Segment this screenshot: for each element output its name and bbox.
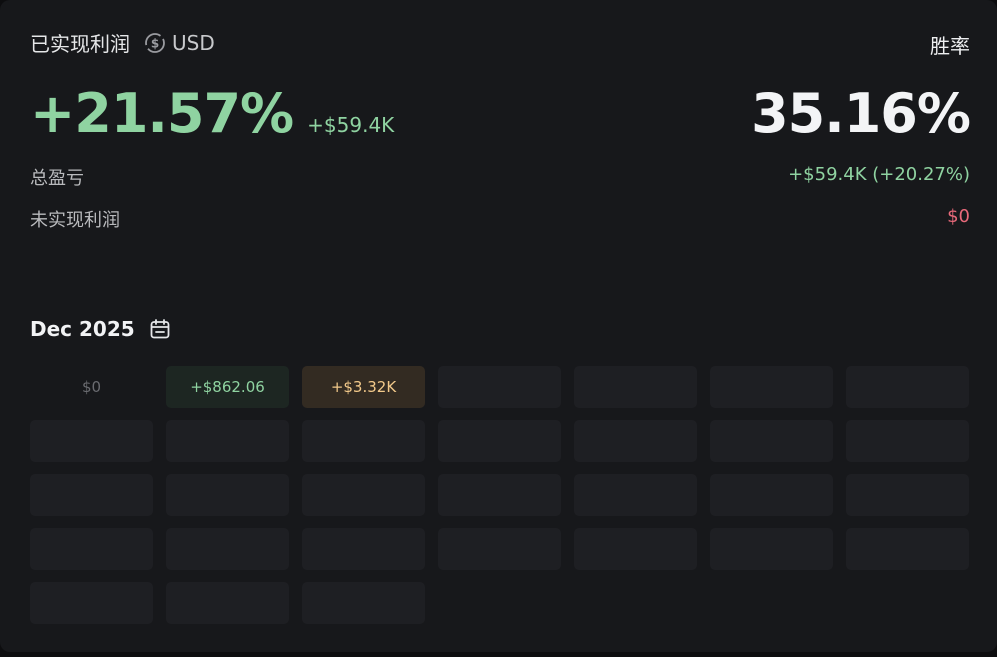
total-pnl-label: 总盈亏 [30,168,84,189]
calendar-day[interactable] [30,528,153,570]
winrate-title: 胜率 [930,34,970,58]
calendar-day[interactable] [302,420,425,462]
calendar-day[interactable] [846,420,969,462]
calendar-day[interactable]: $0 [30,366,153,408]
calendar-day[interactable] [302,582,425,624]
calendar-grid: $0 +$862.06 +$3.32K [30,366,969,624]
month-header: Dec 2025 [30,317,171,341]
calendar-day[interactable]: +$3.32K [302,366,425,408]
calendar-icon[interactable] [149,318,171,340]
card-header: 已实现利润 $ USD [30,28,215,57]
unrealized-pnl-value: $0 [947,206,970,227]
calendar-day[interactable] [846,366,969,408]
calendar-day[interactable] [166,474,289,516]
calendar-day[interactable] [438,474,561,516]
card-title: 已实现利润 [30,32,130,56]
pnl-summary: +21.57% +$59.4K [30,82,394,145]
month-label: Dec 2025 [30,317,135,341]
currency-selector[interactable]: $ USD [144,31,215,55]
pnl-percent: +21.57% [30,82,294,145]
calendar-day[interactable] [438,420,561,462]
calendar-day[interactable] [438,366,561,408]
calendar-day[interactable]: +$862.06 [166,366,289,408]
calendar-day[interactable] [846,474,969,516]
realized-pnl-card: 已实现利润 $ USD 胜率 +21.57% +$59.4K 35.16% 总盈… [0,0,997,652]
currency-swap-icon: $ [145,32,165,53]
calendar-day[interactable] [166,528,289,570]
calendar-day[interactable] [710,528,833,570]
unrealized-pnl-label: 未实现利润 [30,210,120,231]
calendar-day[interactable] [574,474,697,516]
calendar-day[interactable] [574,528,697,570]
svg-text:$: $ [151,36,159,50]
pnl-amount: +$59.4K [307,113,395,137]
calendar-day[interactable] [30,582,153,624]
calendar-day[interactable] [710,474,833,516]
calendar-day[interactable] [30,420,153,462]
calendar-day[interactable] [710,366,833,408]
calendar-day[interactable] [302,528,425,570]
total-pnl-value: +$59.4K (+20.27%) [788,164,970,185]
calendar-day[interactable] [166,420,289,462]
calendar-day[interactable] [710,420,833,462]
calendar-day[interactable] [846,528,969,570]
calendar-day[interactable] [574,420,697,462]
calendar-day[interactable] [302,474,425,516]
calendar-day[interactable] [438,528,561,570]
calendar-day[interactable] [30,474,153,516]
calendar-day[interactable] [166,582,289,624]
calendar-day[interactable] [574,366,697,408]
currency-label: USD [172,30,215,55]
winrate-value: 35.16% [751,82,971,145]
